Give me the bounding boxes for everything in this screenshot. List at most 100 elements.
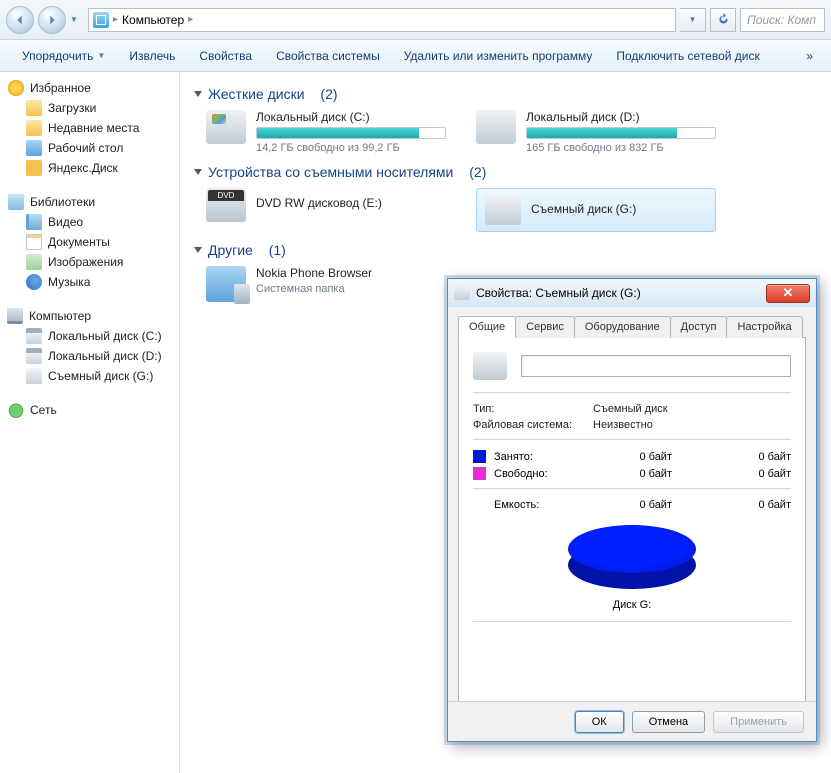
type-label: Тип: [473,403,593,415]
tab-sharing[interactable]: Доступ [670,316,728,338]
extract-button[interactable]: Извлечь [117,40,187,71]
drive-name: Съемный диск (G:) [531,202,636,216]
apply-button[interactable]: Применить [713,711,804,733]
navigation-bar: ▼ ▸ Компьютер ▸ ▼ Поиск: Комп [0,0,831,40]
command-bar: Упорядочить▼ Извлечь Свойства Свойства с… [0,40,831,72]
usage-free: Свободно:0 байт0 байт [473,467,791,480]
refresh-icon [717,13,730,26]
refresh-button[interactable]: ▼ [680,8,706,32]
tab-customize[interactable]: Настройка [726,316,802,338]
address-bar[interactable]: ▸ Компьютер ▸ [88,8,676,32]
folder-icon [26,120,42,136]
usage-used: Занято:0 байт0 байт [473,450,791,463]
usb-icon [26,368,42,384]
cancel-button[interactable]: Отмена [632,711,705,733]
drive-icon [206,110,246,144]
drive-name: DVD RW дисковод (E:) [256,196,446,210]
breadcrumb-location[interactable]: Компьютер [122,13,184,27]
capacity-bar [526,127,716,139]
collapse-icon [194,247,202,253]
drive-name: Локальный диск (D:) [526,110,716,124]
breadcrumb-sep: ▸ [113,14,118,25]
uninstall-button[interactable]: Удалить или изменить программу [392,40,605,71]
collapse-icon [194,169,202,175]
item-subtitle: Системная папка [256,283,372,295]
capacity-bar [256,127,446,139]
toolbar-overflow[interactable]: » [798,40,821,71]
favorites-heading[interactable]: Избранное [4,78,175,98]
sidebar-item-recent[interactable]: Недавние места [4,118,175,138]
computer-icon [7,308,23,324]
fs-label: Файловая система: [473,419,593,431]
breadcrumb-sep[interactable]: ▸ [188,14,193,25]
dialog-titlebar[interactable]: Свойства: Съемный диск (G:) ✕ [448,279,816,307]
libraries-heading[interactable]: Библиотеки [4,192,175,212]
sidebar-item-videos[interactable]: Видео [4,212,175,232]
drive-name: Локальный диск (C:) [256,110,446,124]
sidebar-item-drive-c[interactable]: Локальный диск (C:) [4,326,175,346]
navigation-pane: Избранное Загрузки Недавние места Рабочи… [0,72,180,773]
properties-button[interactable]: Свойства [187,40,264,71]
fs-value: Неизвестно [593,419,653,431]
phone-browser-icon [206,266,246,302]
organize-menu[interactable]: Упорядочить▼ [10,40,117,71]
dvd-icon [206,188,246,222]
close-button[interactable]: ✕ [766,284,810,303]
drive-label-input[interactable] [521,355,791,377]
network-heading[interactable]: Сеть [4,400,175,420]
desktop-icon [26,140,42,156]
tab-strip: Общие Сервис Оборудование Доступ Настрой… [458,315,806,338]
music-icon [26,274,42,290]
disk-label: Диск G: [473,599,791,611]
forward-button[interactable] [38,6,66,34]
libraries-icon [8,194,24,210]
tab-panel-general: Тип:Съемный диск Файловая система:Неизве… [458,338,806,710]
tab-general[interactable]: Общие [458,316,516,338]
sidebar-item-music[interactable]: Музыка [4,272,175,292]
search-input[interactable]: Поиск: Комп [740,8,825,32]
tab-tools[interactable]: Сервис [515,316,575,338]
usage-pie-chart [568,525,696,593]
capacity-text: 14,2 ГБ свободно из 99,2 ГБ [256,142,446,154]
history-dropdown[interactable]: ▼ [70,15,84,24]
sidebar-item-documents[interactable]: Документы [4,232,175,252]
drive-icon [473,352,507,380]
refresh-button-2[interactable] [710,8,736,32]
drive-c[interactable]: Локальный диск (C:) 14,2 ГБ свободно из … [206,110,446,154]
section-removable[interactable]: Устройства со съемными носителями (2) [194,164,817,180]
sidebar-item-downloads[interactable]: Загрузки [4,98,175,118]
sidebar-item-yandex-disk[interactable]: Яндекс.Диск [4,158,175,178]
sidebar-item-pictures[interactable]: Изображения [4,252,175,272]
drive-icon [26,328,42,344]
drive-icon [476,110,516,144]
sidebar-item-drive-d[interactable]: Локальный диск (D:) [4,346,175,366]
dialog-footer: ОК Отмена Применить [448,701,816,741]
usage-capacity: Емкость:0 байт0 байт [473,499,791,511]
type-value: Съемный диск [593,403,668,415]
capacity-text: 165 ГБ свободно из 832 ГБ [526,142,716,154]
network-icon [8,402,24,418]
tab-hardware[interactable]: Оборудование [574,316,671,338]
drive-d[interactable]: Локальный диск (D:) 165 ГБ свободно из 8… [476,110,716,154]
sidebar-item-drive-g[interactable]: Съемный диск (G:) [4,366,175,386]
map-drive-button[interactable]: Подключить сетевой диск [604,40,771,71]
star-icon [8,80,24,96]
video-icon [26,214,42,230]
system-properties-button[interactable]: Свойства системы [264,40,392,71]
yandex-icon [26,160,42,176]
free-swatch [473,467,486,480]
image-icon [26,254,42,270]
back-button[interactable] [6,6,34,34]
drive-icon [26,348,42,364]
computer-heading[interactable]: Компьютер [4,306,175,326]
drive-g-selected[interactable]: Съемный диск (G:) [476,188,716,232]
section-hard-disks[interactable]: Жесткие диски (2) [194,86,817,102]
collapse-icon [194,91,202,97]
sidebar-item-desktop[interactable]: Рабочий стол [4,138,175,158]
properties-dialog: Свойства: Съемный диск (G:) ✕ Общие Серв… [447,278,817,742]
ok-button[interactable]: ОК [575,711,624,733]
section-other[interactable]: Другие (1) [194,242,817,258]
used-swatch [473,450,486,463]
drive-dvd[interactable]: DVD RW дисковод (E:) [206,188,446,232]
document-icon [26,234,42,250]
